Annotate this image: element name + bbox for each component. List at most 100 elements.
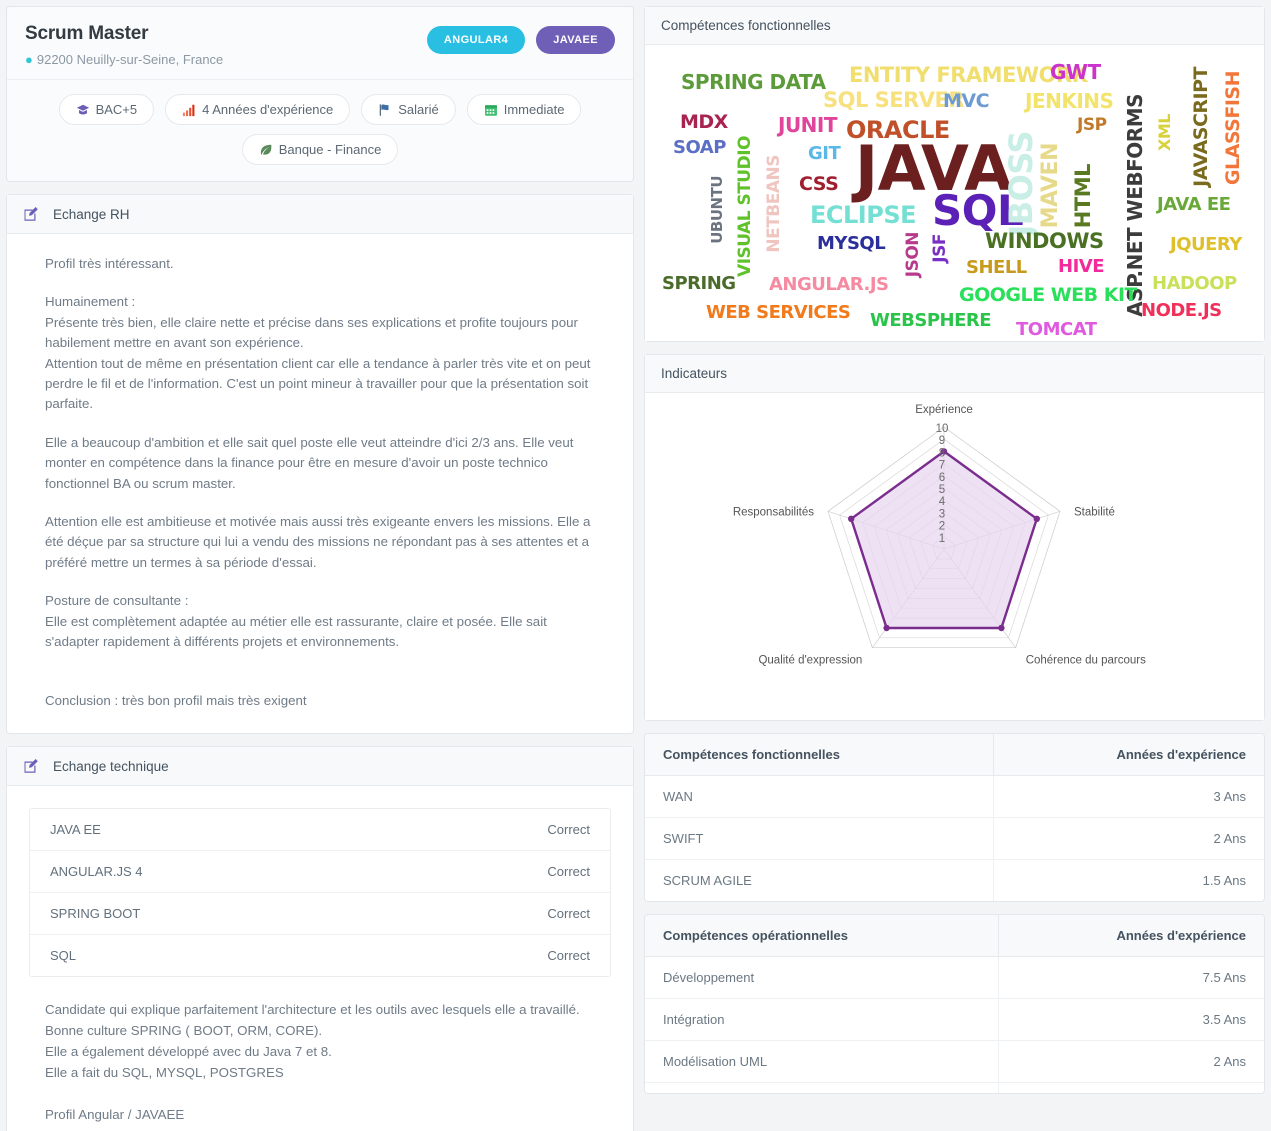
- technique-skill-label: SQL: [50, 948, 77, 964]
- radar-category-label: Responsabilités: [733, 506, 814, 518]
- page-title: Scrum Master: [25, 23, 149, 44]
- wordcloud-title: Compétences fonctionnelles: [661, 18, 831, 33]
- attribute-tag[interactable]: 4 Années d'expérience: [165, 94, 351, 125]
- attribute-tag[interactable]: Banque - Finance: [241, 134, 399, 165]
- tag-row-secondary: Banque - Finance: [241, 134, 399, 165]
- wordcloud-card: Compétences fonctionnelles JAVA SQL ENTITY…: [644, 6, 1265, 342]
- echange-rh-paragraph: Profil très intéressant.: [45, 256, 174, 271]
- wordcloud-word: ANGULAR.JS: [769, 274, 889, 295]
- candidate-identity: Scrum Master ● 92200 Neuilly-sur-Seine, …: [25, 23, 223, 67]
- technique-result-row: SQL Correct: [30, 935, 610, 976]
- skill-chip[interactable]: ANGULAR4: [426, 26, 526, 54]
- wordcloud-word: GWT: [1050, 60, 1101, 84]
- echange-rh-title: Echange RH: [53, 206, 130, 222]
- wordcloud-word: UBUNTU: [708, 176, 726, 244]
- wordcloud-word: ECLIPSE: [810, 201, 917, 229]
- wordcloud-word: TOMCAT: [1016, 319, 1097, 340]
- wordcloud-word: MYSQL: [817, 233, 886, 254]
- wordcloud-word: JSON: [903, 232, 923, 278]
- radar-tick-label: 6: [939, 472, 945, 484]
- technique-skill-label: ANGULAR.JS 4: [50, 864, 143, 880]
- wordcloud-header: Compétences fonctionnelles: [645, 7, 1264, 45]
- column-header-skill: Compétences opérationnelles: [645, 915, 999, 957]
- wordcloud-word: SPRING: [662, 273, 736, 294]
- radar-tick-label: 5: [939, 484, 945, 496]
- radar-data-point[interactable]: [848, 515, 855, 522]
- table-cell-years: 1.5 Ans: [992, 859, 1264, 901]
- skill-chip[interactable]: JAVAEE: [536, 26, 615, 54]
- technique-result-list: JAVA EE Correct ANGULAR.JS 4 Correct SPRING …: [29, 808, 611, 978]
- flag-icon: [378, 103, 392, 117]
- skill-chip-list: ANGULAR4 JAVAEE: [426, 23, 615, 54]
- table-header-row: Compétences opérationnelles Années d'exp…: [645, 915, 1264, 957]
- candidate-location-label: 92200 Neuilly-sur-Seine, France: [36, 52, 224, 67]
- wordcloud-word: SHELL: [966, 257, 1027, 278]
- skills-wordcloud: JAVA SQL ENTITY FRAMEWORK SQL SERVER SPRING …: [645, 45, 1264, 341]
- echange-rh-paragraph: Posture de consultante : Elle est complè…: [45, 593, 547, 650]
- left-column: Scrum Master ● 92200 Neuilly-sur-Seine, …: [6, 6, 634, 1131]
- table-cell-years: 3.5 Ans: [998, 998, 1264, 1041]
- table-cell-years: 2 Ans: [992, 817, 1264, 860]
- radar-category-label: Qualité d'expression: [758, 655, 862, 667]
- radar-category-label: Expérience: [915, 404, 973, 416]
- profile-page: Scrum Master ● 92200 Neuilly-sur-Seine, …: [0, 0, 1271, 1131]
- echange-rh-paragraph: Humainement : Présente très bien, elle c…: [45, 294, 591, 412]
- echange-rh-card: Echange RH Profil très intéressant. Humai…: [6, 194, 634, 735]
- wordcloud-word: HADOOP: [1152, 273, 1237, 294]
- table-row: Conception UML2 Ans: [645, 1082, 1264, 1093]
- echange-rh-header: Echange RH: [7, 195, 633, 234]
- table-row: Développement 7.5 Ans: [645, 956, 1264, 999]
- wordcloud-word: NODE.JS: [1141, 300, 1222, 321]
- radar-category-label: Cohérence du parcours: [1026, 655, 1146, 667]
- radar-data-point[interactable]: [1033, 515, 1040, 522]
- wordcloud-word: JAVA EE: [1157, 194, 1231, 215]
- technique-result-value: Correct: [547, 822, 590, 838]
- wordcloud-word: NETBEANS: [764, 155, 784, 253]
- candidate-header-card: Scrum Master ● 92200 Neuilly-sur-Seine, …: [6, 6, 634, 182]
- table-row: SWIFT 2 Ans: [645, 817, 1264, 860]
- competences-fonctionnelles-table-card: Compétences fonctionnelles Années d'expé…: [644, 733, 1265, 902]
- wordcloud-word: MAVEN: [1038, 143, 1063, 229]
- right-column: Compétences fonctionnelles JAVA SQL ENTITY…: [644, 6, 1265, 1131]
- radar-category-label: Stabilité: [1074, 506, 1115, 518]
- wordcloud-word: HTML: [1071, 164, 1095, 229]
- column-header-years: Années d'expérience: [992, 734, 1264, 776]
- table-cell-skill: Intégration: [645, 998, 999, 1041]
- competences-operationnelles-table: Compétences opérationnelles Années d'exp…: [645, 915, 1264, 1093]
- echange-technique-title: Echange technique: [53, 758, 169, 774]
- indicateurs-title: Indicateurs: [661, 366, 728, 381]
- wordcloud-word: GOOGLE WEB KIT: [959, 284, 1137, 306]
- wordcloud-word: MDX: [680, 111, 728, 133]
- wordcloud-word: SOAP: [673, 137, 726, 158]
- attribute-tag[interactable]: Immediate: [466, 94, 582, 125]
- wordcloud-word: MVC: [943, 90, 990, 112]
- radar-tick-label: 4: [939, 496, 946, 508]
- competences-operationnelles-table-card: Compétences opérationnelles Années d'exp…: [644, 914, 1265, 1094]
- technique-result-value: Correct: [547, 864, 590, 880]
- echange-rh-paragraph: Elle a beaucoup d'ambition et elle sait …: [45, 434, 574, 491]
- attribute-tag-label: BAC+5: [95, 102, 138, 117]
- radar-data-point[interactable]: [883, 624, 890, 632]
- map-pin-icon: ●: [25, 52, 33, 67]
- attribute-tag[interactable]: Salarié: [361, 94, 456, 125]
- table-row: Modélisation UML 2 Ans: [645, 1040, 1264, 1083]
- wordcloud-word: SPRING DATA: [681, 70, 826, 94]
- table-cell-years: 2 Ans: [998, 1040, 1264, 1083]
- edit-icon: [24, 759, 38, 774]
- bar-chart-icon: [182, 103, 196, 117]
- graduation-cap-icon: [76, 103, 90, 117]
- wordcloud-word: WINDOWS: [985, 229, 1104, 253]
- radar-tick-label: 1: [939, 533, 945, 545]
- radar-tick-label: 9: [939, 435, 945, 447]
- wordcloud-word: WEB SERVICES: [706, 302, 851, 323]
- wordcloud-word: GIT: [808, 143, 841, 164]
- indicateurs-card: Indicateurs 1 2 3 4 5 6 7 8 9 10 Expérience Stabili…: [644, 354, 1265, 721]
- radar-data-point[interactable]: [998, 624, 1005, 632]
- attribute-tag[interactable]: BAC+5: [58, 94, 155, 125]
- technique-skill-label: JAVA EE: [50, 822, 101, 838]
- table-cell-skill: SCRUM AGILE: [663, 873, 752, 888]
- technique-result-row: ANGULAR.JS 4 Correct: [30, 851, 610, 894]
- wordcloud-word: JBOSS: [1002, 131, 1040, 237]
- column-header-years: Années d'expérience: [998, 915, 1264, 957]
- echange-rh-paragraph: Attention elle est ambitieuse et motivée…: [45, 514, 591, 570]
